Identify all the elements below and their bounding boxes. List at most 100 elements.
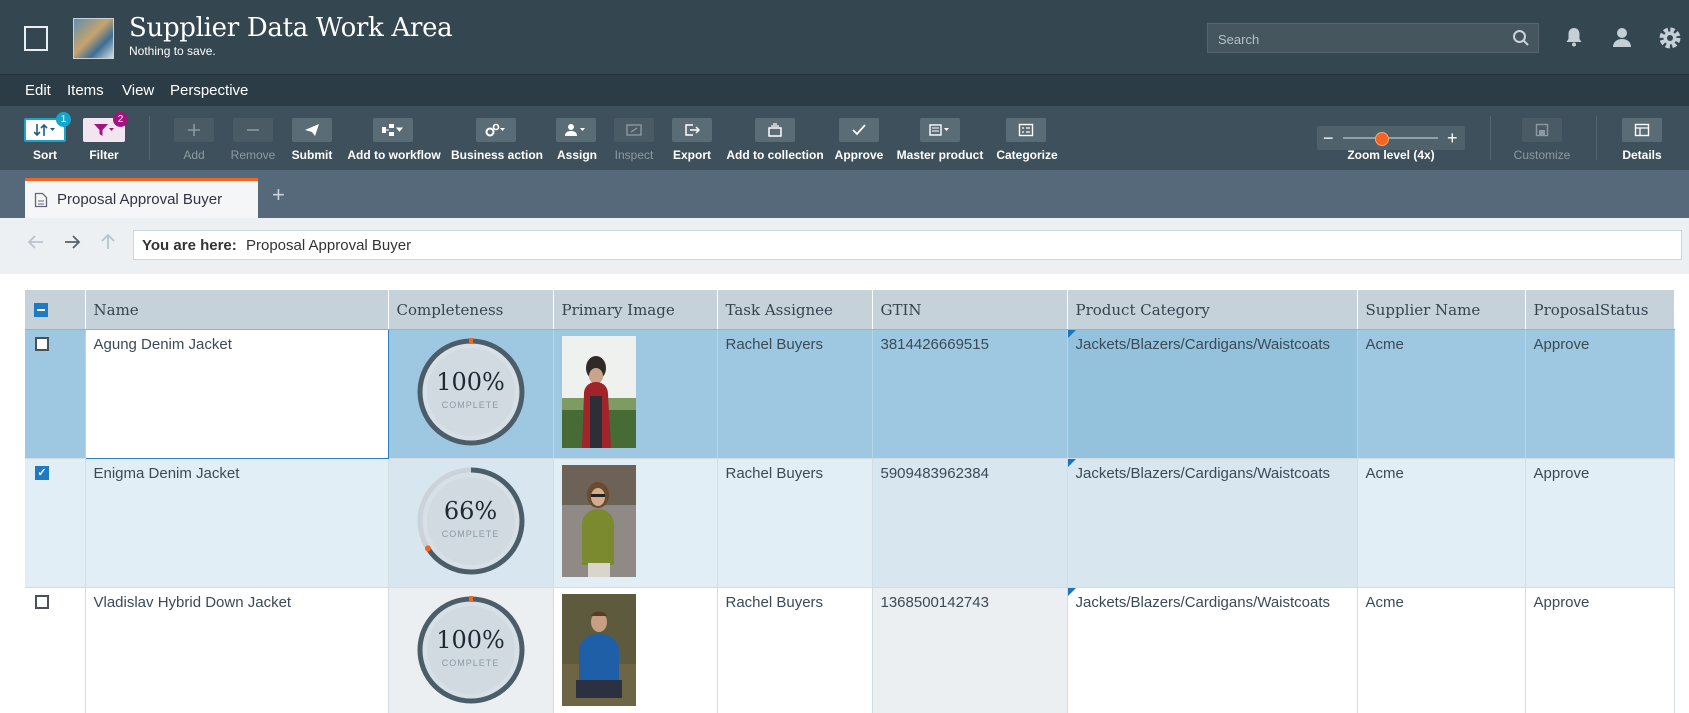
page-title: Supplier Data Work Area <box>129 13 453 43</box>
task-assignee-cell[interactable]: Rachel Buyers <box>717 458 873 588</box>
back-arrow-icon[interactable] <box>27 233 45 257</box>
column-header-completeness[interactable]: Completeness <box>388 290 554 330</box>
row-checkbox[interactable]: ✓ <box>35 466 49 480</box>
column-header-primary-image[interactable]: Primary Image <box>553 290 718 330</box>
zoom-slider-handle[interactable] <box>1375 132 1389 146</box>
assign-button[interactable]: Assign <box>556 106 598 170</box>
woman-green-jacket-photo[interactable] <box>561 465 636 577</box>
customize-button[interactable]: Customize <box>1514 106 1570 170</box>
proposal-status-cell[interactable]: Approve <box>1525 329 1675 459</box>
product-category-cell[interactable]: Jackets/Blazers/Cardigans/Waistcoats <box>1067 587 1358 713</box>
primary-image-cell[interactable] <box>553 458 718 588</box>
product-category-cell[interactable]: Jackets/Blazers/Cardigans/Waistcoats <box>1067 458 1358 588</box>
column-header-proposal-status[interactable]: ProposalStatus <box>1525 290 1675 330</box>
menu-view[interactable]: View <box>122 82 154 99</box>
zoom-slider[interactable]: − + <box>1317 126 1465 150</box>
edited-marker <box>1067 330 1076 338</box>
select-all-header[interactable] <box>25 290 86 330</box>
column-header-supplier-name[interactable]: Supplier Name <box>1357 290 1526 330</box>
details-button[interactable]: Details <box>1622 106 1664 170</box>
gtin-cell[interactable]: 5909483962384 <box>872 458 1068 588</box>
row-select-cell[interactable]: ✓ <box>25 458 86 588</box>
add-to-collection-label: Add to collection <box>726 148 824 162</box>
task-assignee-cell[interactable]: Rachel Buyers <box>717 329 873 459</box>
filter-button[interactable]: 2 Filter <box>83 106 128 170</box>
submit-button[interactable]: Submit <box>292 106 334 170</box>
export-icon <box>672 118 712 142</box>
man-blue-down-jacket-photo[interactable] <box>561 594 636 706</box>
user-icon[interactable] <box>1610 25 1634 54</box>
name-cell[interactable]: Vladislav Hybrid Down Jacket <box>85 587 389 713</box>
categorize-button[interactable]: Categorize <box>996 106 1058 170</box>
filter-badge: 2 <box>113 112 128 127</box>
bell-icon[interactable] <box>1564 25 1584 54</box>
row-select-cell[interactable] <box>25 329 86 459</box>
proposal-status-cell[interactable]: Approve <box>1525 587 1675 713</box>
grid-area: Name Completeness Primary Image Task Ass… <box>0 274 1689 713</box>
edited-marker <box>1067 588 1076 596</box>
add-button[interactable]: Add <box>174 106 216 170</box>
completeness-percent: 100% <box>436 368 505 396</box>
app-window: Supplier Data Work Area Nothing to save.… <box>0 0 1689 713</box>
gear-icon[interactable] <box>1657 25 1683 56</box>
proposal-status-cell[interactable]: Approve <box>1525 458 1675 588</box>
navigation-bar: You are here: Proposal Approval Buyer <box>0 218 1689 274</box>
column-header-task-assignee[interactable]: Task Assignee <box>717 290 873 330</box>
name-cell[interactable]: Enigma Denim Jacket <box>85 458 389 588</box>
supplier-name-cell[interactable]: Acme <box>1357 329 1526 459</box>
add-to-collection-button[interactable]: Add to collection <box>726 106 824 170</box>
approve-button[interactable]: Approve <box>835 106 883 170</box>
menu-items[interactable]: Items <box>67 82 104 99</box>
gtin-cell[interactable]: 1368500142743 <box>872 587 1068 713</box>
gtin-cell[interactable]: 3814426669515 <box>872 329 1068 459</box>
business-action-button[interactable]: Business action <box>451 106 543 170</box>
supplier-name-cell[interactable]: Acme <box>1357 458 1526 588</box>
completeness-ring: 100% COMPLETE <box>415 594 527 706</box>
customize-label: Customize <box>1513 148 1571 162</box>
menu-edit[interactable]: Edit <box>25 82 51 99</box>
toolbar-divider <box>149 116 150 160</box>
completeness-ring: 66% COMPLETE <box>415 465 527 577</box>
column-header-gtin[interactable]: GTIN <box>872 290 1068 330</box>
column-header-product-category[interactable]: Product Category <box>1067 290 1358 330</box>
window-menu-icon[interactable] <box>24 26 48 51</box>
search-input[interactable] <box>1216 28 1510 50</box>
inspect-button[interactable]: Inspect <box>614 106 656 170</box>
row-select-cell[interactable] <box>25 587 86 713</box>
zoom-out-icon[interactable]: − <box>1323 126 1334 150</box>
zoom-in-icon[interactable]: + <box>1447 126 1458 150</box>
categorize-label: Categorize <box>996 148 1058 162</box>
search-icon[interactable] <box>1512 29 1530 52</box>
add-tab-icon[interactable]: + <box>272 182 285 208</box>
table-row[interactable]: Agung Denim Jacket 100% COMPLETE Rachel … <box>25 329 1675 459</box>
select-all-checkbox[interactable] <box>34 302 48 317</box>
supplier-name-cell[interactable]: Acme <box>1357 587 1526 713</box>
row-checkbox[interactable] <box>35 595 49 609</box>
forward-arrow-icon[interactable] <box>63 233 81 257</box>
sort-badge: 1 <box>56 112 71 127</box>
export-button[interactable]: Export <box>672 106 714 170</box>
remove-button[interactable]: Remove <box>231 106 275 170</box>
search-box[interactable] <box>1207 23 1539 53</box>
row-checkbox[interactable] <box>35 337 49 351</box>
woman-beanie-red-jacket-photo[interactable] <box>561 336 636 448</box>
task-assignee-cell[interactable]: Rachel Buyers <box>717 587 873 713</box>
tab-proposal-approval-buyer[interactable]: Proposal Approval Buyer <box>25 178 258 218</box>
menu-perspective[interactable]: Perspective <box>170 82 248 99</box>
approve-label: Approve <box>834 148 884 162</box>
product-category-cell[interactable]: Jackets/Blazers/Cardigans/Waistcoats <box>1067 329 1358 459</box>
tab-strip: Proposal Approval Buyer + <box>0 170 1689 218</box>
workflow-icon <box>373 118 413 142</box>
primary-image-cell[interactable] <box>553 587 718 713</box>
completeness-ring: 100% COMPLETE <box>415 336 527 448</box>
column-header-name[interactable]: Name <box>85 290 389 330</box>
primary-image-cell[interactable] <box>553 329 718 459</box>
add-to-workflow-button[interactable]: Add to workflow <box>347 106 441 170</box>
table-row[interactable]: Vladislav Hybrid Down Jacket 100% COMPLE… <box>25 587 1675 713</box>
master-product-button[interactable]: Master product <box>897 106 983 170</box>
table-row[interactable]: ✓ Enigma Denim Jacket 66% COMPLETE Rache… <box>25 458 1675 588</box>
breadcrumb-path[interactable]: Proposal Approval Buyer <box>246 237 411 254</box>
name-cell[interactable]: Agung Denim Jacket <box>84 329 389 459</box>
sort-button[interactable]: 1 Sort <box>24 106 71 170</box>
up-arrow-icon[interactable] <box>99 233 117 257</box>
